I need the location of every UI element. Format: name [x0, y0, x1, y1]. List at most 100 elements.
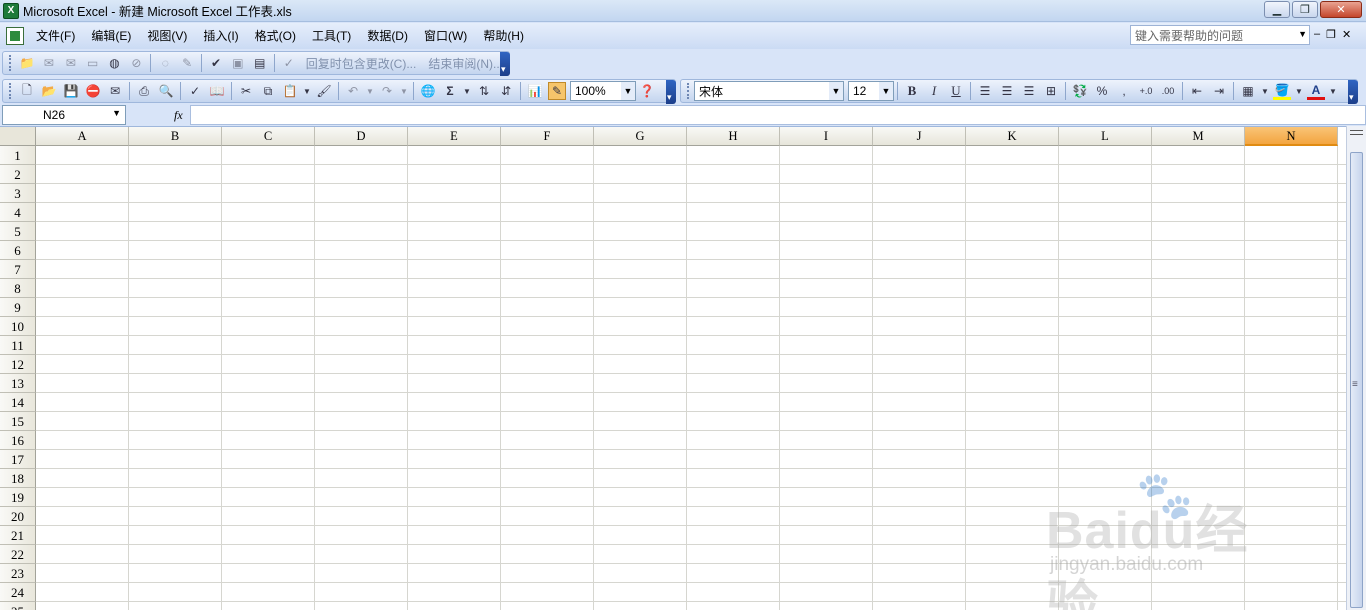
fill-color-icon[interactable]: 🪣 [1273, 82, 1291, 100]
row-header[interactable]: 13 [0, 374, 36, 393]
chevron-down-icon[interactable]: ▼ [1298, 29, 1307, 39]
decrease-indent-icon[interactable]: ⇤ [1188, 82, 1206, 100]
row-cells[interactable] [36, 203, 1346, 221]
chevron-down-icon[interactable]: ▼ [400, 82, 408, 100]
decrease-decimal-icon[interactable]: .00 [1159, 82, 1177, 100]
row-cells[interactable] [36, 279, 1346, 297]
row-cells[interactable] [36, 507, 1346, 525]
comment-icon[interactable]: ◌ [156, 54, 174, 72]
row-cells[interactable] [36, 336, 1346, 354]
increase-decimal-icon[interactable]: +.0 [1137, 82, 1155, 100]
column-header[interactable]: I [780, 127, 873, 146]
end-review-button[interactable]: 结束审阅(N)... [428, 55, 503, 72]
comma-style-button[interactable]: , [1115, 82, 1133, 100]
row-cells[interactable] [36, 488, 1346, 506]
mail-reply-icon[interactable]: ✉ [62, 54, 80, 72]
menu-help[interactable]: 帮助(H) [475, 26, 532, 46]
menu-insert[interactable]: 插入(I) [195, 26, 246, 46]
column-header[interactable]: M [1152, 127, 1245, 146]
chevron-down-icon[interactable]: ▼ [112, 108, 121, 118]
toolbar-grip[interactable] [687, 83, 690, 99]
sort-ascending-icon[interactable]: ⇅ [475, 82, 493, 100]
row-header[interactable]: 25 [0, 602, 36, 610]
select-all-button[interactable] [0, 127, 36, 146]
row-header[interactable]: 10 [0, 317, 36, 336]
row-cells[interactable] [36, 469, 1346, 487]
name-box[interactable]: N26 ▼ [2, 105, 126, 125]
row-header[interactable]: 24 [0, 583, 36, 602]
chevron-down-icon[interactable]: ▼ [366, 82, 374, 100]
row-header[interactable]: 1 [0, 146, 36, 165]
row-cells[interactable] [36, 602, 1346, 610]
help-icon[interactable]: ❓ [638, 82, 656, 100]
column-header[interactable]: J [873, 127, 966, 146]
print-icon[interactable]: ⎙ [135, 82, 153, 100]
insert-function-button[interactable]: fx [174, 108, 183, 123]
excel-app-icon[interactable]: X [3, 2, 19, 19]
menu-data[interactable]: 数据(D) [359, 26, 416, 46]
column-header[interactable]: C [222, 127, 315, 146]
minimize-button[interactable]: ▁ [1264, 1, 1290, 18]
autosum-icon[interactable]: Σ [441, 82, 459, 100]
chevron-down-icon[interactable]: ▼ [463, 82, 471, 100]
row-cells[interactable] [36, 317, 1346, 335]
column-header[interactable]: G [594, 127, 687, 146]
row-cells[interactable] [36, 412, 1346, 430]
row-cells[interactable] [36, 355, 1346, 373]
format-painter-icon[interactable]: 🖌 [315, 82, 333, 100]
redo-icon[interactable]: ↷ [378, 82, 396, 100]
compare-icon[interactable]: ▤ [251, 54, 269, 72]
row-header[interactable]: 6 [0, 241, 36, 260]
row-header[interactable]: 22 [0, 545, 36, 564]
help-question-input[interactable]: 键入需要帮助的问题 ▼ [1130, 25, 1310, 45]
toolbar-grip[interactable] [9, 55, 12, 71]
zoom-select[interactable]: 100% ▼ [570, 81, 636, 101]
copy-icon[interactable]: ⧉ [259, 82, 277, 100]
row-header[interactable]: 9 [0, 298, 36, 317]
row-cells[interactable] [36, 545, 1346, 563]
chevron-down-icon[interactable]: ▼ [303, 82, 311, 100]
row-header[interactable]: 7 [0, 260, 36, 279]
column-header[interactable]: H [687, 127, 780, 146]
chevron-down-icon[interactable]: ▼ [1295, 82, 1303, 100]
row-header[interactable]: 16 [0, 431, 36, 450]
menu-file[interactable]: 文件(F) [28, 26, 83, 46]
row-cells[interactable] [36, 260, 1346, 278]
split-box[interactable] [1350, 130, 1363, 135]
column-header[interactable]: K [966, 127, 1059, 146]
row-cells[interactable] [36, 583, 1346, 601]
align-left-icon[interactable]: ☰ [976, 82, 994, 100]
close-button[interactable]: ✕ [1320, 1, 1362, 18]
group-icon[interactable]: ◍ [106, 54, 124, 72]
open-folder-icon[interactable]: 📁 [18, 54, 36, 72]
row-header[interactable]: 17 [0, 450, 36, 469]
row-cells[interactable] [36, 222, 1346, 240]
send-icon[interactable]: ▭ [84, 54, 102, 72]
row-header[interactable]: 20 [0, 507, 36, 526]
print-preview-icon[interactable]: 🔍 [157, 82, 175, 100]
delete-comment-icon[interactable]: ✎ [178, 54, 196, 72]
row-cells[interactable] [36, 165, 1346, 183]
borders-icon[interactable]: ▦ [1239, 82, 1257, 100]
row-header[interactable]: 18 [0, 469, 36, 488]
worksheet-grid[interactable]: A B C D E F G H I J K L M N 1 2 3 4 5 6 7 8 9 10 1… [0, 126, 1346, 610]
chevron-down-icon[interactable]: ▼ [879, 82, 893, 100]
workbook-close-icon[interactable]: ✕ [1342, 28, 1351, 41]
workbook-icon[interactable] [6, 27, 24, 45]
toolbar-options-icon[interactable] [1348, 80, 1358, 104]
align-center-icon[interactable]: ☰ [998, 82, 1016, 100]
row-cells[interactable] [36, 298, 1346, 316]
column-header[interactable]: D [315, 127, 408, 146]
workbook-minimize-icon[interactable]: ‒ [1314, 28, 1320, 41]
formula-input[interactable] [190, 105, 1366, 125]
row-header[interactable]: 19 [0, 488, 36, 507]
row-header[interactable]: 14 [0, 393, 36, 412]
row-cells[interactable] [36, 526, 1346, 544]
column-header[interactable]: B [129, 127, 222, 146]
row-cells[interactable] [36, 450, 1346, 468]
bold-button[interactable]: B [903, 82, 921, 100]
italic-button[interactable]: I [925, 82, 943, 100]
row-header[interactable]: 3 [0, 184, 36, 203]
undo-icon[interactable]: ↶ [344, 82, 362, 100]
currency-icon[interactable]: 💱 [1071, 82, 1089, 100]
